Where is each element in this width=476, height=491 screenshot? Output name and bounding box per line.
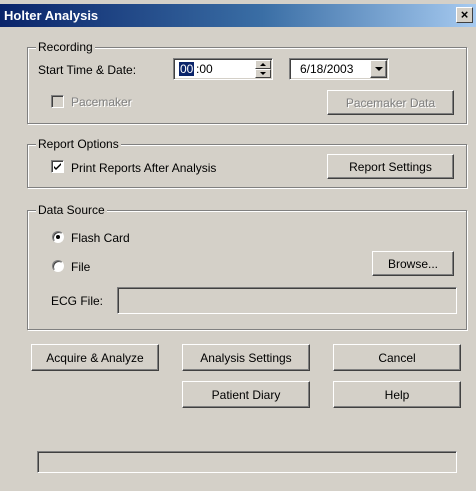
ecg-file-field[interactable]: [117, 287, 457, 314]
close-icon: ×: [460, 7, 469, 22]
time-hours-segment[interactable]: 00: [179, 62, 195, 76]
close-button[interactable]: ×: [456, 7, 473, 23]
file-label: File: [71, 260, 91, 274]
help-button[interactable]: Help: [333, 381, 461, 408]
radio-selected-dot: [56, 235, 60, 239]
pacemaker-label: Pacemaker: [71, 95, 132, 109]
start-time-field[interactable]: 00 :00: [173, 58, 273, 80]
cancel-button[interactable]: Cancel: [333, 344, 461, 371]
file-radio[interactable]: [52, 260, 64, 272]
help-button-label: Help: [384, 387, 410, 402]
arrow-up-icon: [260, 63, 266, 66]
spin-up-button[interactable]: [255, 60, 271, 69]
flash-card-radio[interactable]: [52, 231, 64, 243]
flash-card-label: Flash Card: [71, 231, 130, 245]
status-bar: [37, 451, 457, 473]
acquire-analyze-button[interactable]: Acquire & Analyze: [31, 344, 159, 371]
time-spinner[interactable]: [255, 60, 271, 78]
patient-diary-button[interactable]: Patient Diary: [182, 381, 310, 408]
browse-button-label: Browse...: [387, 256, 438, 271]
analysis-settings-button[interactable]: Analysis Settings: [182, 344, 310, 371]
date-dropdown-button[interactable]: [370, 60, 387, 78]
spin-down-button[interactable]: [255, 69, 271, 78]
date-value: 6/18/2003: [300, 62, 354, 76]
date-picker[interactable]: 6/18/2003: [289, 58, 389, 80]
patient-diary-button-label: Patient Diary: [211, 387, 281, 402]
chevron-down-icon: [374, 67, 383, 71]
report-settings-button[interactable]: Report Settings: [327, 154, 454, 179]
acquire-analyze-button-label: Acquire & Analyze: [46, 350, 144, 365]
holter-analysis-dialog: Holter Analysis × Recording Start Time &…: [0, 0, 476, 491]
title-bar: Holter Analysis ×: [0, 4, 476, 27]
arrow-down-icon: [260, 72, 266, 75]
report-options-group-label: Report Options: [36, 137, 121, 151]
pacemaker-data-button[interactable]: Pacemaker Data: [327, 90, 454, 115]
print-reports-checkbox[interactable]: [51, 160, 64, 173]
recording-group-label: Recording: [36, 40, 95, 54]
window-title: Holter Analysis: [4, 8, 99, 23]
time-minutes-segment[interactable]: :00: [196, 62, 213, 76]
ecg-file-label: ECG File:: [51, 294, 104, 308]
report-settings-button-label: Report Settings: [349, 159, 432, 174]
cancel-button-label: Cancel: [378, 350, 416, 365]
print-reports-label: Print Reports After Analysis: [71, 161, 217, 175]
browse-button[interactable]: Browse...: [372, 251, 454, 276]
analysis-settings-button-label: Analysis Settings: [200, 350, 292, 365]
data-source-group-label: Data Source: [36, 203, 107, 217]
pacemaker-data-button-label: Pacemaker Data: [345, 95, 436, 110]
checkmark-icon: [54, 163, 61, 170]
pacemaker-checkbox[interactable]: [51, 95, 64, 108]
start-time-date-label: Start Time & Date:: [38, 63, 137, 77]
